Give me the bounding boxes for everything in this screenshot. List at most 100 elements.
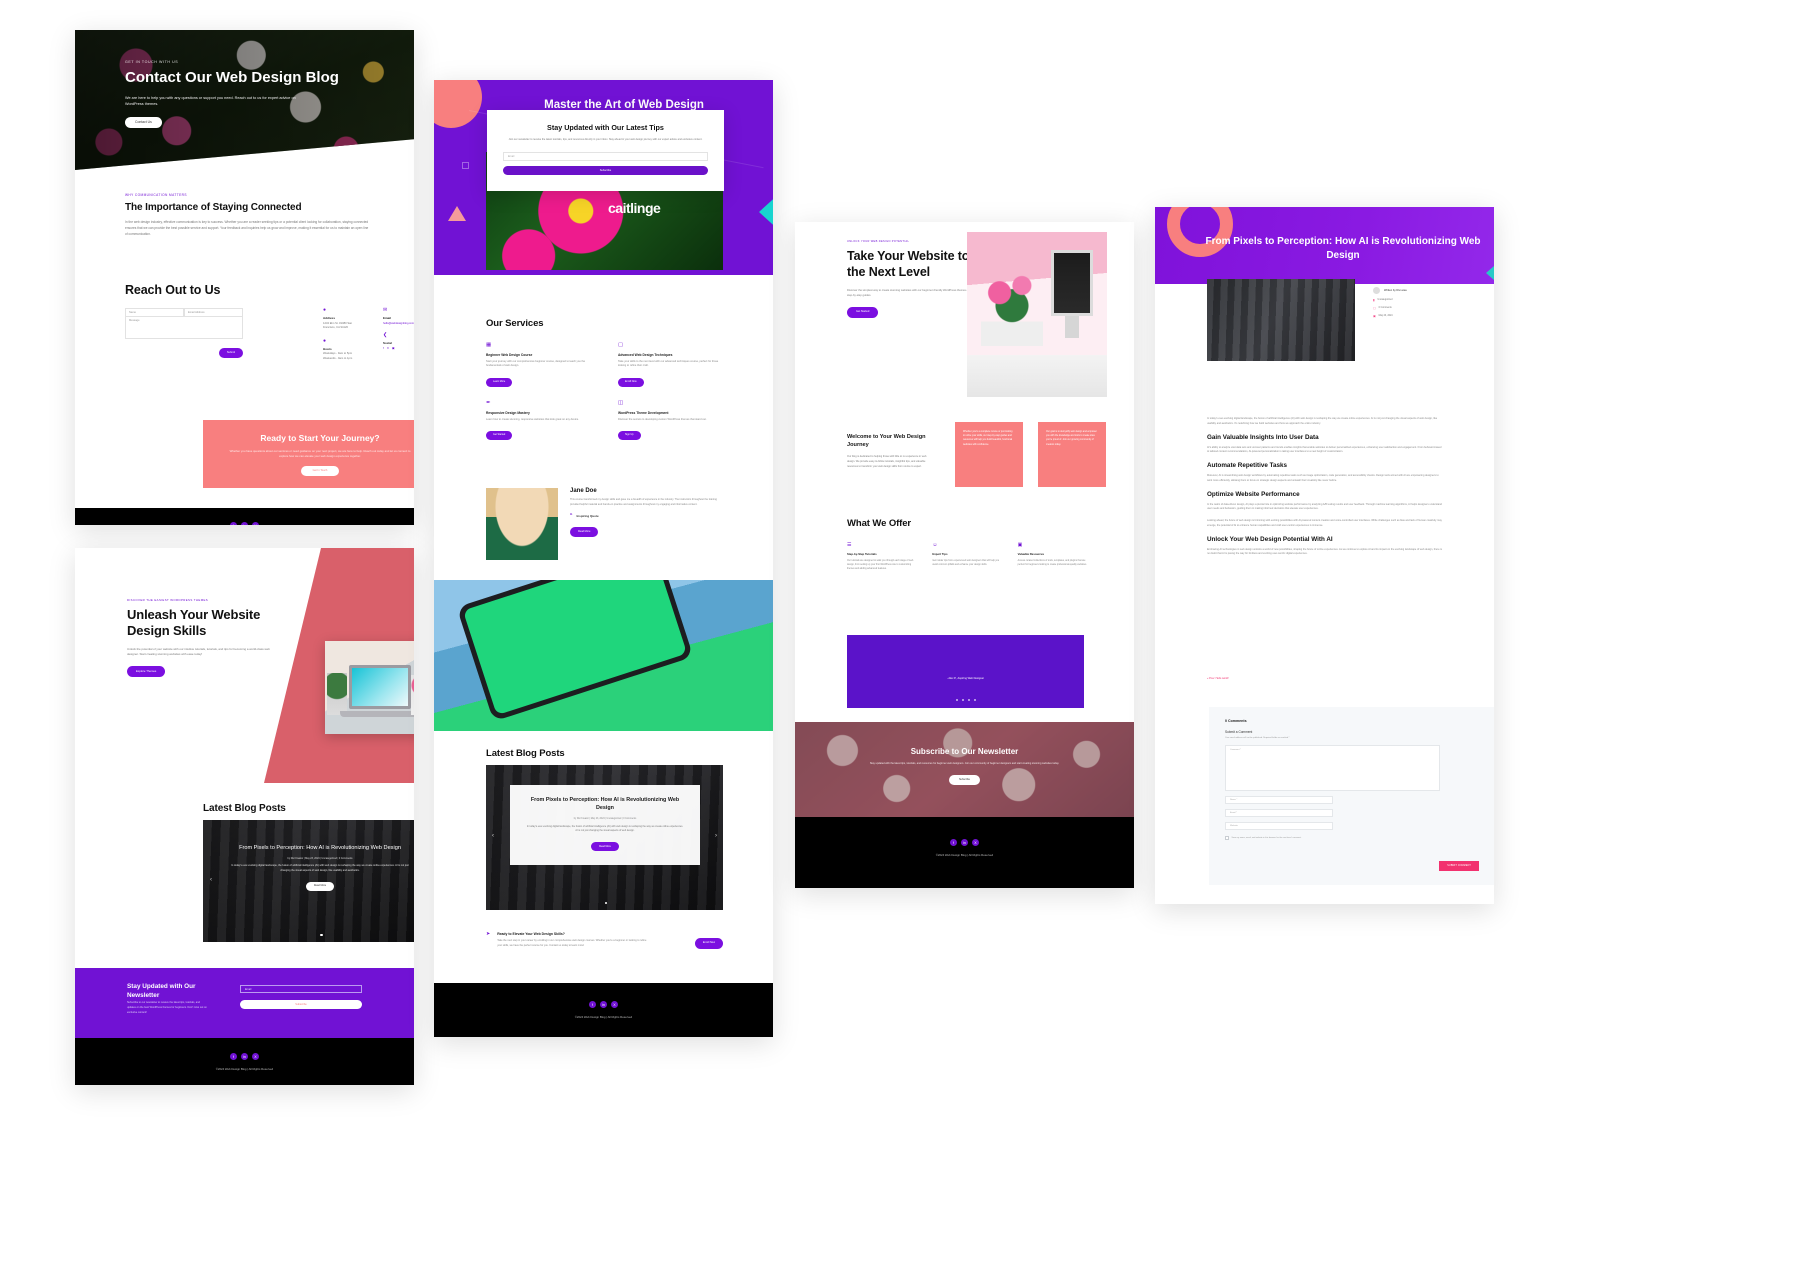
sign-up-button[interactable]: Sign Up	[618, 430, 641, 441]
flower-decor	[411, 675, 414, 715]
slider-dot[interactable]	[955, 699, 958, 701]
newsletter-email-input[interactable]: Email	[240, 985, 362, 993]
website-input[interactable]: Website	[1225, 822, 1333, 830]
save-info-checkbox[interactable]: Save my name, email, and website in this…	[1225, 836, 1479, 840]
x-icon[interactable]: X	[972, 839, 979, 846]
service-card[interactable]: ✒ Responsive Design Mastery Learn how to…	[486, 400, 594, 441]
facebook-icon[interactable]: f	[950, 839, 957, 846]
laptop-desk-photo	[325, 641, 414, 734]
name-input[interactable]: Name	[125, 308, 184, 317]
chevron-right-icon[interactable]: ›	[715, 833, 717, 839]
footer: f in X ©2024 Web Design Blog | All Right…	[434, 983, 773, 1037]
submit-button[interactable]: Submit	[218, 348, 243, 358]
page-preview-blog-post[interactable]: From Pixels to Perception: How AI is Rev…	[1155, 207, 1494, 904]
desk-photo	[967, 232, 1107, 397]
submit-comment-button[interactable]: SUBMIT COMMENT	[1439, 861, 1479, 871]
testimonial-slider[interactable]: - Alex P., Aspiring Web Designer	[847, 635, 1084, 708]
service-card[interactable]: ▢ Advanced Web Design Techniques Take yo…	[618, 342, 726, 387]
service-card[interactable]: ◫ WordPress Theme Development Discover t…	[618, 401, 726, 441]
get-started-button[interactable]: Get Started	[847, 307, 879, 318]
facebook-icon[interactable]: f	[230, 522, 237, 525]
page-preview-next-level[interactable]: UNLOCK YOUR WEB DESIGN POTENTIAL Take Yo…	[795, 222, 1134, 888]
article-heading: Automate Repetitive Tasks	[1207, 462, 1288, 469]
post-title[interactable]: From Pixels to Perception: How AI is Rev…	[526, 797, 684, 813]
enroll-now-button[interactable]: Enroll Now	[618, 377, 644, 387]
hours-label: Hours	[323, 346, 332, 351]
x-icon[interactable]: X	[252, 1053, 259, 1060]
get-in-touch-button[interactable]: Get In Touch	[301, 466, 339, 476]
x-icon[interactable]: X	[387, 346, 389, 350]
chevron-left-icon[interactable]: ‹	[210, 877, 212, 883]
name-input[interactable]: Name *	[1225, 796, 1333, 804]
hero-content: DISCOVER THE EASIEST WORDPRESS THEMES Un…	[127, 598, 272, 677]
linkedin-icon[interactable]: in	[961, 839, 968, 846]
post-title[interactable]: From Pixels to Perception: How AI is Rev…	[231, 844, 409, 852]
linkedin-icon[interactable]: in	[241, 522, 248, 525]
email-input[interactable]: Email Address	[184, 308, 243, 317]
ready-heading: Ready to Elevate Your Web Design Skills?	[497, 932, 565, 936]
facebook-icon[interactable]: f	[383, 346, 384, 350]
read-more-button[interactable]: Read More	[591, 842, 619, 852]
subscribe-button[interactable]: Subscribe	[948, 774, 981, 786]
calendar-icon: ▣	[1373, 314, 1376, 318]
contact-form[interactable]: Name Email Address Message Submit	[125, 308, 243, 358]
slider-dot[interactable]	[961, 699, 964, 701]
comment-textarea[interactable]: Comment *	[1225, 745, 1440, 791]
contact-us-button[interactable]: Contact Us	[125, 116, 162, 129]
page-preview-contact[interactable]: GET IN TOUCH WITH US Contact Our Web Des…	[75, 30, 414, 525]
welcome-heading: Welcome to Your Web Design Journey	[847, 434, 926, 448]
coral-callout-1: Whether you're a complete novice or just…	[955, 422, 1023, 487]
email-value[interactable]: hello@webdesignblog.com	[383, 322, 414, 325]
service-card[interactable]: ▦ Beginner Web Design Course Start your …	[486, 342, 594, 387]
chevron-left-icon[interactable]: ‹	[492, 833, 494, 839]
reach-heading: Reach Out to Us	[125, 283, 221, 297]
callout-text: Whether you're a complete novice or just…	[963, 431, 1013, 446]
page-preview-master-art[interactable]: Master the Art of Web Design Unlock your…	[434, 80, 773, 1037]
blog-slider[interactable]: ‹ › From Pixels to Perception: How AI is…	[486, 765, 723, 910]
footer-social[interactable]: f in X	[75, 1038, 414, 1060]
pen-icon: ✒	[486, 400, 491, 407]
facebook-icon[interactable]: f	[589, 1001, 596, 1008]
linkedin-icon[interactable]: in	[241, 1053, 248, 1060]
slider-dot[interactable]	[967, 699, 970, 701]
quote-label: Inspiring Quote	[576, 513, 599, 518]
explore-themes-button[interactable]: Explore Themes	[127, 666, 166, 677]
slider-dot[interactable]	[604, 901, 607, 904]
linkedin-icon[interactable]: in	[600, 1001, 607, 1008]
footer-social[interactable]: f in X	[434, 983, 773, 1008]
offer-title: Valuable Resources	[1017, 552, 1045, 556]
x-icon[interactable]: X	[611, 1001, 618, 1008]
x-icon[interactable]: X	[252, 522, 259, 525]
checkbox-box[interactable]	[1225, 836, 1229, 840]
image-watermark: caitlinge	[608, 200, 661, 216]
footer-copyright: ©2024 Web Design Blog | All Rights Reser…	[574, 1015, 633, 1019]
slide-content: From Pixels to Perception: How AI is Rev…	[231, 844, 409, 892]
email-input[interactable]: Email *	[1225, 809, 1333, 817]
page-preview-unleash[interactable]: DISCOVER THE EASIEST WORDPRESS THEMES Un…	[75, 548, 414, 1085]
learn-more-button[interactable]: Learn More	[486, 377, 513, 387]
blog-slider[interactable]: ‹ › From Pixels to Perception: How AI is…	[203, 820, 414, 942]
facebook-icon[interactable]: f	[230, 1053, 237, 1060]
hours-value: Weekdays - 9am to 5pm Weekends - 9am to …	[323, 352, 353, 360]
instagram-icon[interactable]: ▣	[392, 346, 395, 350]
steps-icon: ☰	[847, 542, 852, 548]
get-started-button[interactable]: Get Started	[486, 430, 513, 441]
previous-post-link[interactable]: « Prev: Hello world!	[1207, 677, 1229, 680]
footer-social[interactable]: f in X	[795, 817, 1134, 846]
newsletter-email-input[interactable]: Email	[503, 151, 708, 161]
subscribe-button[interactable]: Subscribe	[240, 1000, 362, 1009]
page-title: Contact Our Web Design Blog	[125, 69, 339, 86]
post-excerpt: In today's ever-evolving digital landsca…	[526, 824, 684, 833]
meta-comments[interactable]: ▢ 0 Comments	[1373, 306, 1468, 310]
read-more-button[interactable]: Read More	[305, 881, 335, 892]
slider-dots[interactable]	[847, 699, 1084, 701]
message-textarea[interactable]: Message	[125, 317, 243, 339]
read-more-button[interactable]: Read More	[570, 527, 599, 537]
slider-dot[interactable]	[973, 699, 976, 701]
subscribe-button[interactable]: Subscribe	[503, 165, 708, 175]
enroll-now-button[interactable]: Enroll Now	[694, 938, 723, 949]
slider-dot[interactable]	[320, 933, 323, 936]
meta-category[interactable]: ▮ Uncategorized	[1373, 298, 1468, 302]
phone-photo	[456, 580, 694, 722]
footer-social[interactable]: f in X	[75, 508, 414, 525]
